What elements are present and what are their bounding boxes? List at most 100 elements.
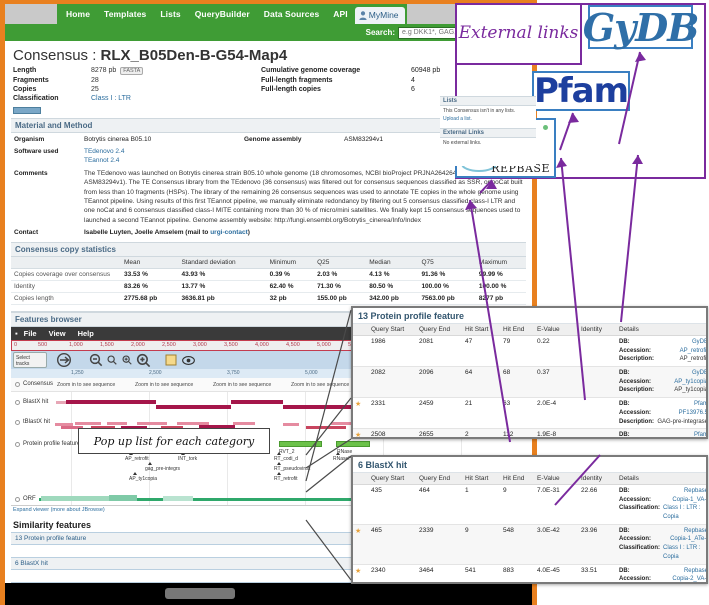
table-row: Copies coverage over consensus 33.53 % 4… — [11, 268, 526, 282]
ruler-tick: 1,000 — [69, 342, 83, 349]
profile-feature[interactable] — [336, 441, 370, 448]
jbrowse-logo-icon: ▪ — [15, 329, 18, 339]
main-nav[interactable]: Home Templates Lists QueryBuilder Data S… — [57, 4, 407, 24]
stats-cell: 0.39 % — [266, 268, 315, 282]
detail-value-accession[interactable]: AP_retrofit — [680, 347, 706, 356]
detail-value-accession[interactable]: PF13976.5 — [679, 409, 706, 418]
nav-item-home[interactable]: Home — [59, 4, 97, 24]
detail-value-db[interactable]: GyDB — [692, 338, 706, 347]
table-row[interactable]: 1986 2081 47 79 0.22 DB: GyDB Accession: A… — [353, 335, 706, 368]
profile-label-rnaseh: RNaseH — [333, 456, 352, 463]
comments-label: Comments — [14, 169, 48, 177]
detail-key-db: DB: — [619, 401, 630, 408]
nav-item-data-sources[interactable]: Data Sources — [257, 4, 327, 24]
ruler-tick: 1,500 — [100, 342, 114, 349]
zoom-in-icon[interactable] — [136, 353, 151, 368]
popup-blastx-hit[interactable]: 6 BlastX hit Query Start Query End Hit S… — [351, 455, 708, 584]
stats-col-q25: Q25 — [314, 257, 367, 270]
nav-item-lists[interactable]: Lists — [153, 4, 187, 24]
detail-value-db[interactable]: Pfam — [694, 400, 706, 409]
cell-query-start: 2508 — [369, 428, 417, 437]
coverage-unit: pb — [432, 67, 441, 74]
cell-hit-end: 79 — [501, 335, 535, 368]
length-unit: pb — [108, 67, 117, 74]
table-row[interactable]: ★ 465 2339 9 548 3.0E-42 23.96 DB: Repbas… — [353, 524, 706, 565]
stats-row-label: Copies coverage over consensus — [11, 268, 121, 282]
detail-value-db[interactable]: GyDB — [692, 369, 706, 378]
table-row[interactable]: 2082 2096 64 68 0.37 DB: GyDB Accession: A… — [353, 366, 706, 399]
stats-cell: 62.40 % — [266, 280, 315, 294]
table-row: Fragments 28 Full-length fragments 4 — [11, 76, 526, 85]
detail-value-db[interactable]: Repbase — [684, 567, 706, 576]
lists-panel-line1: This Consensus isn't in any lists. — [443, 108, 516, 114]
cell-query-start: 1986 — [369, 335, 417, 368]
cell-query-end: 2459 — [417, 397, 463, 430]
coverage-label: Cumulative genome coverage — [261, 67, 361, 74]
lists-panel-upload-link[interactable]: Upload a list. — [440, 116, 536, 122]
detail-value-accession[interactable]: Copia-1_ATe-I — [670, 535, 706, 544]
coverage-number: 60948 — [411, 67, 431, 74]
detail-value-db[interactable]: Pfam — [694, 431, 706, 437]
detail-key-db: DB: — [619, 567, 630, 574]
detail-value-accession[interactable]: Copia-2_VA-I — [672, 575, 706, 582]
ruler-tick: 3,500 — [224, 342, 238, 349]
table-row[interactable]: ★ 2340 3464 541 883 4.0E-45 33.51 DB: Rep… — [353, 564, 706, 582]
pan-arrow-icon[interactable] — [55, 353, 73, 368]
cell-evalue: 4.0E-45 — [535, 564, 579, 582]
bottom-scrollbar-area[interactable] — [5, 583, 532, 605]
stats-cell: 91.36 % — [418, 268, 476, 282]
cell-hit-start: 21 — [463, 397, 501, 430]
pfam-logo[interactable]: Pfam — [532, 71, 630, 111]
fasta-button[interactable]: FASTA — [120, 67, 144, 75]
popup-blastx-table: Query Start Query End Hit Start Hit End … — [353, 473, 706, 582]
software-label: Software used — [14, 147, 59, 155]
nav-item-mymine[interactable]: MyMine — [354, 7, 405, 24]
cell-identity — [579, 397, 617, 430]
scrollbar-thumb[interactable] — [165, 588, 235, 599]
length-value: 8278 pb FASTA — [89, 66, 259, 76]
detail-key-classification: Classification: — [619, 505, 661, 512]
select-tracks-button[interactable]: Select tracks — [13, 352, 47, 369]
cell-query-start: 435 — [369, 484, 417, 525]
menu-help[interactable]: Help — [78, 329, 94, 338]
col-hit-start: Hit Start — [463, 324, 501, 336]
table-row: Comments The TEdenovo was launched on Bo… — [11, 167, 526, 227]
nav-item-querybuilder[interactable]: QueryBuilder — [188, 4, 257, 24]
track-label-blastx: BlastX hit — [23, 399, 49, 406]
gydb-logo[interactable]: GyDB — [583, 5, 700, 50]
zoom-small-icon[interactable] — [106, 354, 118, 366]
profile-label-rvt2: RVT_2 — [279, 449, 295, 456]
highlight-icon[interactable] — [165, 354, 177, 366]
page-title-name: RLX_B05Den-B-G54-Map4 — [100, 47, 288, 64]
nav-item-templates[interactable]: Templates — [97, 4, 153, 24]
menu-view[interactable]: View — [49, 329, 66, 338]
detail-value-classification[interactable]: Class I : LTR : Copia — [663, 544, 706, 561]
zoom-medium-icon[interactable] — [121, 354, 133, 366]
profile-feature[interactable] — [279, 441, 322, 448]
table-row[interactable]: ★ 2331 2459 21 63 2.0E-4 DB: Pfam Accessi… — [353, 397, 706, 430]
length-number: 8278 — [91, 67, 107, 74]
detail-key-accession: Accession: — [619, 378, 652, 385]
detail-value-accession[interactable]: AP_ty1copia — [674, 378, 706, 387]
col-query-start: Query Start — [369, 324, 417, 336]
detail-value-accession[interactable]: Copia-1_VA-I — [672, 496, 706, 505]
detail-value-classification[interactable]: Class I : LTR : Copia — [663, 504, 706, 521]
table-row[interactable]: 435 464 1 9 7.0E-31 22.66 DB: Repbase Acc… — [353, 484, 706, 525]
stats-cell: 4.13 % — [366, 268, 419, 282]
track-label-orf: ORF — [23, 496, 36, 503]
zoom-out-icon[interactable] — [89, 353, 103, 367]
menu-file[interactable]: File — [24, 329, 37, 338]
cell-identity — [579, 335, 617, 368]
classification-link[interactable]: Class I : LTR — [91, 95, 131, 102]
urgi-contact-link[interactable]: urgi-contact — [210, 229, 248, 236]
stats-row-label: Identity — [11, 280, 121, 294]
detail-value-db[interactable]: Repbase — [684, 527, 706, 536]
table-row: Contact Isabelle Luyten, Joelle Amselem … — [11, 227, 526, 239]
cell-query-start: 2340 — [369, 564, 417, 582]
popup-protein-profile-feature[interactable]: 13 Protein profile feature Query Start Q… — [351, 306, 708, 439]
table-row[interactable]: ★ 2508 2655 2 112 1.9E-8 DB:Pfam Accessi… — [353, 428, 706, 437]
detail-value-db[interactable]: Repbase — [684, 487, 706, 496]
eye-icon[interactable] — [182, 354, 195, 367]
cell-query-start: 2331 — [369, 397, 417, 430]
nav-item-api[interactable]: API — [326, 4, 354, 24]
